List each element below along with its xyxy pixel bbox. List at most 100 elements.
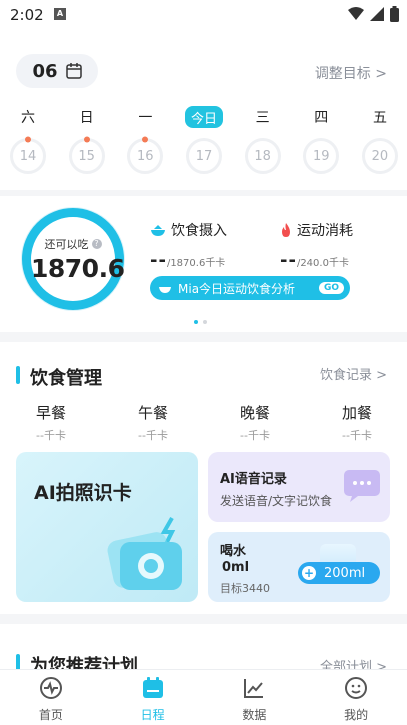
water-card: 喝水 0ml 目标3440 + 200ml <box>208 532 390 602</box>
day-label: 今日 <box>184 106 223 128</box>
battery-icon <box>390 6 399 22</box>
wifi-icon <box>348 7 364 20</box>
tab-calendar[interactable]: 日程 <box>102 670 204 725</box>
intake-value: -- <box>150 250 167 271</box>
day-label: 日 <box>79 110 94 126</box>
diet-record-link[interactable]: 饮食记录 > <box>320 364 387 383</box>
day-label: 三 <box>255 110 270 126</box>
analysis-label: Mia今日运动饮食分析 <box>178 281 296 296</box>
day-number: 18 <box>254 148 271 164</box>
day-item[interactable]: 三 18 <box>243 106 283 174</box>
signal-icon <box>370 7 384 21</box>
remaining-calorie-ring: 还可以吃 ? 1870.6 <box>22 208 125 310</box>
day-progress-ring: 19 <box>303 138 340 174</box>
plus-icon: + <box>302 566 316 580</box>
day-item[interactable]: 今日 17 <box>184 106 224 174</box>
day-label: 四 <box>314 110 329 126</box>
carousel-dot <box>203 320 207 324</box>
burn-value: -- <box>280 250 297 271</box>
add-water-button[interactable]: + 200ml <box>298 562 380 584</box>
bowl-icon <box>151 225 165 236</box>
date-section: 06 调整目标 > 六 14 日 15 一 16 今日 17 三 18 四 19 五 20 <box>0 30 407 190</box>
calendar-icon <box>141 676 165 704</box>
progress-flame-icon <box>25 136 31 143</box>
day-number: 14 <box>19 148 37 164</box>
day-progress-ring: 16 <box>127 136 164 174</box>
calendar-icon <box>65 63 82 79</box>
progress-flame-icon <box>83 136 90 143</box>
meal-name: 加餐 <box>341 404 372 422</box>
tab-label: 日程 <box>140 708 165 722</box>
ai-voice-title: AI语音记录 <box>220 472 287 487</box>
tab-home-pulse[interactable]: 首页 <box>0 670 102 725</box>
intake-target: /1870.6千卡 <box>166 258 226 269</box>
day-item[interactable]: 一 16 <box>125 106 165 174</box>
calorie-summary-card: 还可以吃 ? 1870.6 饮食摄入 --/1870.6千卡 运动消耗 --/2… <box>0 196 407 332</box>
adjust-goal-link[interactable]: 调整目标 > <box>315 63 387 83</box>
camera-icon <box>107 517 182 590</box>
burn-target: /240.0千卡 <box>296 258 349 269</box>
bowl-icon <box>159 287 171 293</box>
status-bar: 2:02 A <box>0 0 407 30</box>
status-time: 2:02 <box>10 6 44 24</box>
week-strip: 六 14 日 15 一 16 今日 17 三 18 四 19 五 20 <box>8 106 400 174</box>
day-label: 六 <box>21 110 35 126</box>
day-label: 五 <box>372 110 387 126</box>
day-progress-ring: 18 <box>244 138 281 174</box>
chart-icon <box>242 676 266 704</box>
day-progress-ring: 20 <box>361 138 398 174</box>
progress-flame-icon <box>142 136 149 143</box>
intake-stat: 饮食摄入 --/1870.6千卡 <box>150 220 227 271</box>
carousel-dots <box>194 320 207 324</box>
diet-section-title: 饮食管理 <box>30 368 102 389</box>
day-item[interactable]: 五 20 <box>360 106 400 174</box>
meal-calories: --千卡 <box>342 429 372 442</box>
section-accent <box>16 366 20 384</box>
ai-photo-card[interactable]: AI拍照识卡 <box>16 452 198 602</box>
add-water-label: 200ml <box>324 565 366 581</box>
diet-management-section: 饮食管理 饮食记录 > 早餐 --千卡 午餐 --千卡 晚餐 --千卡 加餐 --千卡 AI拍… <box>0 342 407 614</box>
day-number: 16 <box>137 148 154 164</box>
day-item[interactable]: 日 15 <box>67 106 107 174</box>
tab-label: 数据 <box>242 708 267 722</box>
home-pulse-icon <box>39 676 63 704</box>
tab-profile[interactable]: 我的 <box>305 670 407 725</box>
tab-label: 我的 <box>344 708 369 722</box>
day-item[interactable]: 四 19 <box>301 106 341 174</box>
carousel-dot <box>194 320 198 324</box>
meal-item[interactable]: 午餐 --千卡 <box>118 402 188 443</box>
daily-analysis-button[interactable]: Mia今日运动饮食分析 GO <box>150 276 350 300</box>
day-label: 一 <box>138 110 153 126</box>
water-title: 喝水 <box>220 544 247 559</box>
ai-voice-subtitle: 发送语音/文字记饮食 <box>220 494 333 508</box>
help-icon[interactable]: ? <box>91 239 102 249</box>
day-number: 15 <box>78 148 95 164</box>
status-icons <box>348 6 399 22</box>
day-progress-ring: 17 <box>185 138 222 174</box>
day-progress-ring: 15 <box>68 136 105 174</box>
day-item[interactable]: 六 14 <box>8 106 48 174</box>
meal-item[interactable]: 早餐 --千卡 <box>16 402 86 443</box>
water-goal: 目标3440 <box>220 582 270 595</box>
meal-item[interactable]: 加餐 --千卡 <box>322 402 392 443</box>
meal-calories: --千卡 <box>138 429 168 442</box>
burn-stat: 运动消耗 --/240.0千卡 <box>280 220 353 271</box>
remaining-value: 1870.6 <box>31 254 125 283</box>
tab-chart[interactable]: 数据 <box>204 670 306 725</box>
profile-icon <box>344 676 368 704</box>
meal-name: 早餐 <box>35 404 66 422</box>
day-number: 19 <box>313 148 330 164</box>
meal-item[interactable]: 晚餐 --千卡 <box>220 402 290 443</box>
meal-name: 晚餐 <box>239 404 270 422</box>
meal-list: 早餐 --千卡 午餐 --千卡 晚餐 --千卡 加餐 --千卡 <box>16 402 392 443</box>
current-date: 06 <box>32 60 58 82</box>
meal-name: 午餐 <box>137 404 168 422</box>
date-picker-button[interactable]: 06 <box>16 54 98 88</box>
day-number: 17 <box>195 148 213 164</box>
chat-bubble-icon <box>344 470 380 502</box>
day-progress-ring: 14 <box>10 136 46 174</box>
ai-voice-record-card[interactable]: AI语音记录 发送语音/文字记饮食 <box>208 452 390 522</box>
notification-icon: A <box>54 8 66 20</box>
burn-title: 运动消耗 <box>297 223 353 239</box>
meal-calories: --千卡 <box>240 429 270 442</box>
